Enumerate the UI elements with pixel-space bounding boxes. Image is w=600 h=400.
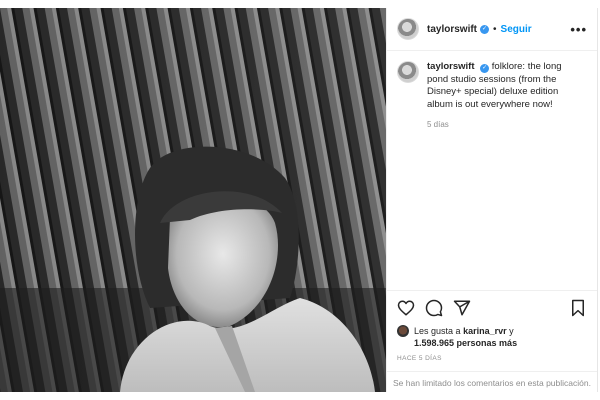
caption-text: taylorswift ✓ folklore: the long pond st…: [427, 61, 577, 132]
photo-image: [0, 8, 386, 392]
follow-button[interactable]: Seguir: [501, 24, 532, 35]
post-timestamp[interactable]: HACE 5 DÍAS: [387, 349, 597, 362]
more-options-icon[interactable]: •••: [570, 22, 587, 37]
post-sidebar: taylorswift ✓ • Seguir ••• taylorswift ✓…: [386, 8, 597, 392]
bookmark-icon[interactable]: [569, 299, 587, 317]
likes-middle: y: [509, 326, 514, 336]
liker-username[interactable]: karina_rvr: [463, 326, 507, 336]
caption-avatar[interactable]: [397, 61, 419, 83]
comments-limited-notice: Se han limitado los comentarios en esta …: [387, 371, 597, 394]
verified-badge-icon: ✓: [480, 64, 490, 73]
instagram-post: taylorswift ✓ • Seguir ••• taylorswift ✓…: [0, 8, 598, 392]
likes-text: Les gusta a karina_rvr y 1.598.965 perso…: [414, 325, 517, 349]
heart-icon[interactable]: [397, 299, 415, 317]
paper-plane-icon[interactable]: [453, 299, 471, 317]
likes-prefix: Les gusta a: [414, 326, 461, 336]
post-footer: Les gusta a karina_rvr y 1.598.965 perso…: [387, 290, 597, 362]
post-photo[interactable]: [0, 8, 386, 392]
likes-summary: Les gusta a karina_rvr y 1.598.965 perso…: [387, 325, 597, 349]
verified-badge-icon: ✓: [480, 24, 490, 34]
caption-timestamp[interactable]: 5 días: [427, 119, 577, 132]
username[interactable]: taylorswift: [427, 24, 477, 35]
likes-count[interactable]: 1.598.965 personas más: [414, 338, 517, 348]
avatar[interactable]: [397, 18, 419, 40]
liker-avatar[interactable]: [397, 325, 409, 337]
post-header: taylorswift ✓ • Seguir •••: [387, 8, 597, 51]
caption: taylorswift ✓ folklore: the long pond st…: [387, 51, 597, 132]
comment-icon[interactable]: [425, 299, 443, 317]
caption-username[interactable]: taylorswift: [427, 61, 475, 72]
action-bar: [387, 291, 597, 325]
separator-dot: •: [493, 23, 497, 35]
